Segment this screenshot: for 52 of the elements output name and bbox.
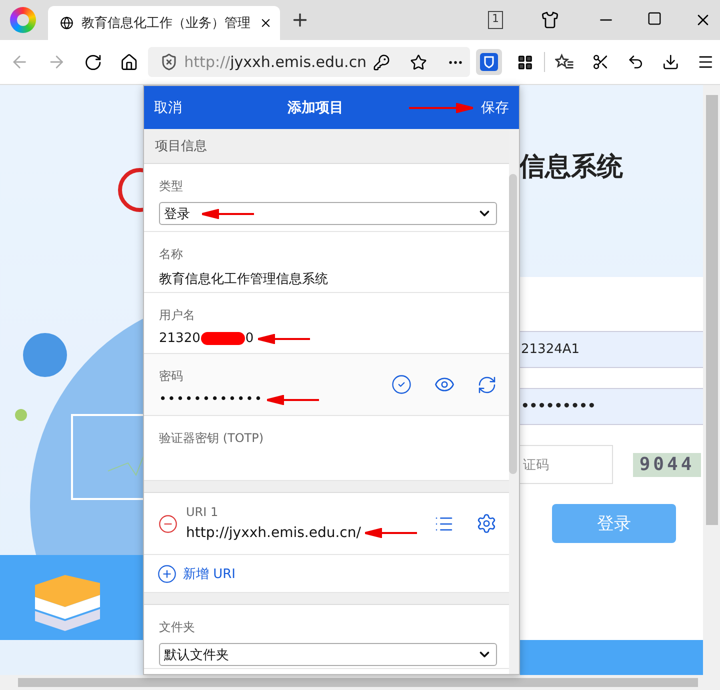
panel-scrollbar[interactable] bbox=[509, 129, 519, 674]
dot-drawing bbox=[15, 409, 27, 421]
address-bar[interactable]: http://jyxxh.emis.edu.cn bbox=[148, 47, 470, 77]
globe-icon[interactable] bbox=[60, 15, 74, 31]
add-uri-button[interactable]: 新增 URI bbox=[144, 555, 509, 593]
reload-icon[interactable] bbox=[84, 52, 102, 72]
field-label: 验证器密钥 (TOTP) bbox=[159, 430, 265, 447]
folder-select[interactable]: 默认文件夹 bbox=[159, 643, 497, 666]
password-value: •••••••••••• bbox=[159, 392, 264, 407]
favorites-icon[interactable] bbox=[554, 53, 574, 71]
remove-icon[interactable] bbox=[158, 514, 178, 534]
page-title: 信息系统 bbox=[519, 150, 623, 184]
password-manager-button[interactable] bbox=[476, 49, 502, 75]
key-icon[interactable] bbox=[372, 54, 390, 70]
username-input[interactable]: 21324A1 bbox=[519, 331, 703, 368]
shield-icon bbox=[160, 53, 178, 71]
uri-value: http://jyxxh.emis.edu.cn/ bbox=[186, 525, 361, 541]
maximize-icon[interactable] bbox=[647, 11, 662, 26]
tab-count[interactable]: 1 bbox=[488, 11, 503, 29]
download-icon[interactable] bbox=[662, 53, 680, 71]
browser-logo-icon[interactable] bbox=[10, 7, 36, 33]
browser-tab[interactable]: 教育信息化工作（业务）管理 bbox=[48, 6, 280, 40]
home-icon[interactable] bbox=[120, 52, 138, 72]
grid-icon[interactable] bbox=[517, 54, 534, 70]
books-drawing bbox=[35, 575, 100, 631]
vertical-scrollbar[interactable] bbox=[703, 85, 720, 690]
refresh-icon[interactable] bbox=[477, 374, 497, 394]
field-value: 教育信息化工作管理信息系统 bbox=[159, 270, 328, 288]
field-value: 0 bbox=[245, 331, 254, 346]
field-label: 文件夹 bbox=[159, 619, 196, 636]
field-label: URI 1 bbox=[186, 505, 220, 519]
field-label: 类型 bbox=[159, 178, 184, 195]
horizontal-scrollbar[interactable] bbox=[0, 675, 703, 690]
captcha-image: 9044 bbox=[633, 452, 701, 476]
type-select[interactable]: 登录 bbox=[159, 202, 497, 225]
field-label: 密码 bbox=[159, 368, 184, 385]
check-icon[interactable] bbox=[391, 374, 412, 395]
undo-icon[interactable] bbox=[626, 53, 644, 71]
section-heading: 项目信息 bbox=[144, 129, 509, 164]
scissors-icon[interactable] bbox=[592, 53, 609, 71]
book-bubble-drawing bbox=[23, 333, 67, 377]
password-input[interactable]: ••••••••• bbox=[519, 388, 703, 425]
plus-icon bbox=[157, 564, 177, 584]
panel-title: 添加项目 bbox=[286, 98, 344, 116]
cancel-button[interactable]: 取消 bbox=[154, 98, 182, 116]
settings-icon[interactable] bbox=[476, 513, 497, 534]
shirt-icon[interactable] bbox=[541, 11, 559, 29]
star-icon[interactable] bbox=[410, 54, 427, 70]
save-button[interactable]: 保存 bbox=[481, 98, 509, 116]
field-label: 名称 bbox=[159, 246, 184, 263]
field-value: 21320 bbox=[159, 331, 200, 346]
field-label: 用户名 bbox=[159, 307, 196, 324]
